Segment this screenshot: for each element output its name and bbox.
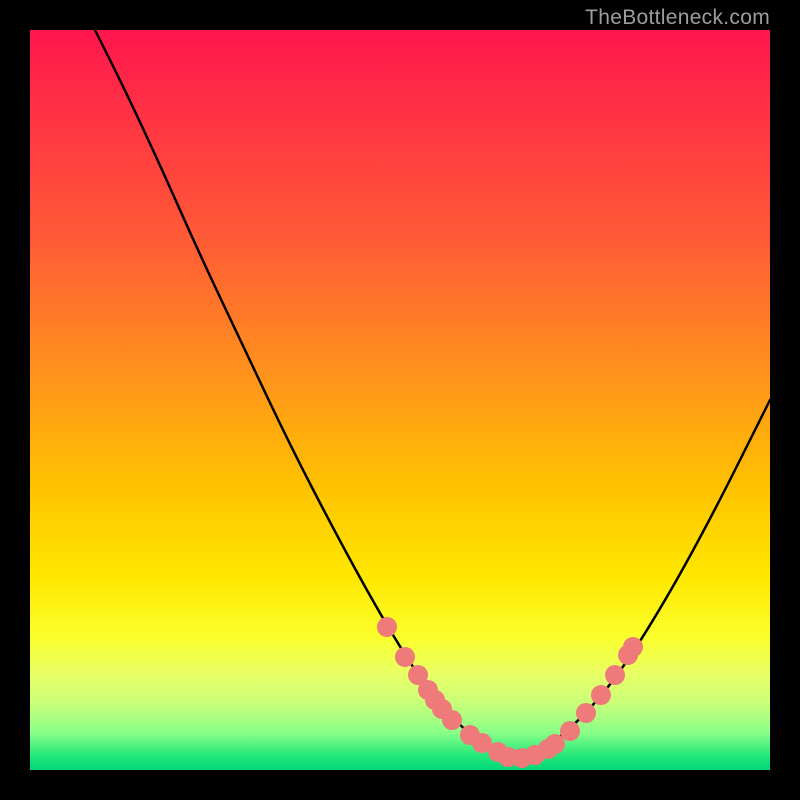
marker-dot xyxy=(560,721,580,741)
marker-dot xyxy=(442,710,462,730)
right-curve xyxy=(515,400,770,760)
marker-dot xyxy=(576,703,596,723)
marker-dot xyxy=(395,647,415,667)
scatter-markers xyxy=(377,617,643,768)
watermark-text: TheBottleneck.com xyxy=(585,6,770,30)
left-curve xyxy=(95,30,515,760)
marker-dot xyxy=(623,637,643,657)
marker-dot xyxy=(591,685,611,705)
plot-overlay xyxy=(30,30,770,770)
marker-dot xyxy=(605,665,625,685)
marker-dot xyxy=(377,617,397,637)
chart-stage: TheBottleneck.com xyxy=(0,0,800,800)
